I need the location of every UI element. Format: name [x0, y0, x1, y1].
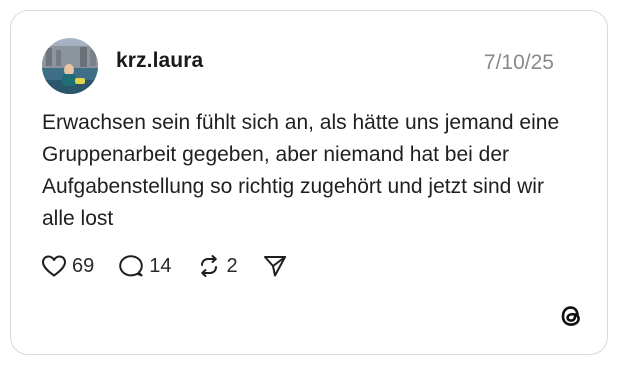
avatar[interactable]: [42, 38, 98, 94]
threads-logo-icon: [557, 302, 585, 330]
like-button[interactable]: 69: [41, 254, 94, 278]
repost-count: 2: [226, 254, 238, 277]
post-date: 7/10/25: [483, 51, 554, 74]
post-text: Erwachsen sein fühlt sich an, als hätte …: [42, 111, 560, 230]
reply-button[interactable]: 14: [118, 254, 172, 278]
repost-button[interactable]: 2: [196, 254, 238, 278]
post-card: krz.laura 7/10/25 Erwachsen sein fühlt s…: [10, 10, 608, 355]
username[interactable]: krz.laura: [116, 49, 203, 73]
avatar-image: [42, 38, 98, 94]
repost-arrows-icon: [200, 255, 217, 277]
action-bar: 69 14 2: [41, 252, 312, 280]
reply-count: 14: [149, 254, 172, 277]
speech-bubble-icon: [119, 255, 144, 277]
paper-plane-icon: [263, 256, 286, 277]
heart-icon: [42, 255, 66, 277]
share-button[interactable]: [262, 254, 288, 278]
like-count: 69: [72, 254, 95, 277]
